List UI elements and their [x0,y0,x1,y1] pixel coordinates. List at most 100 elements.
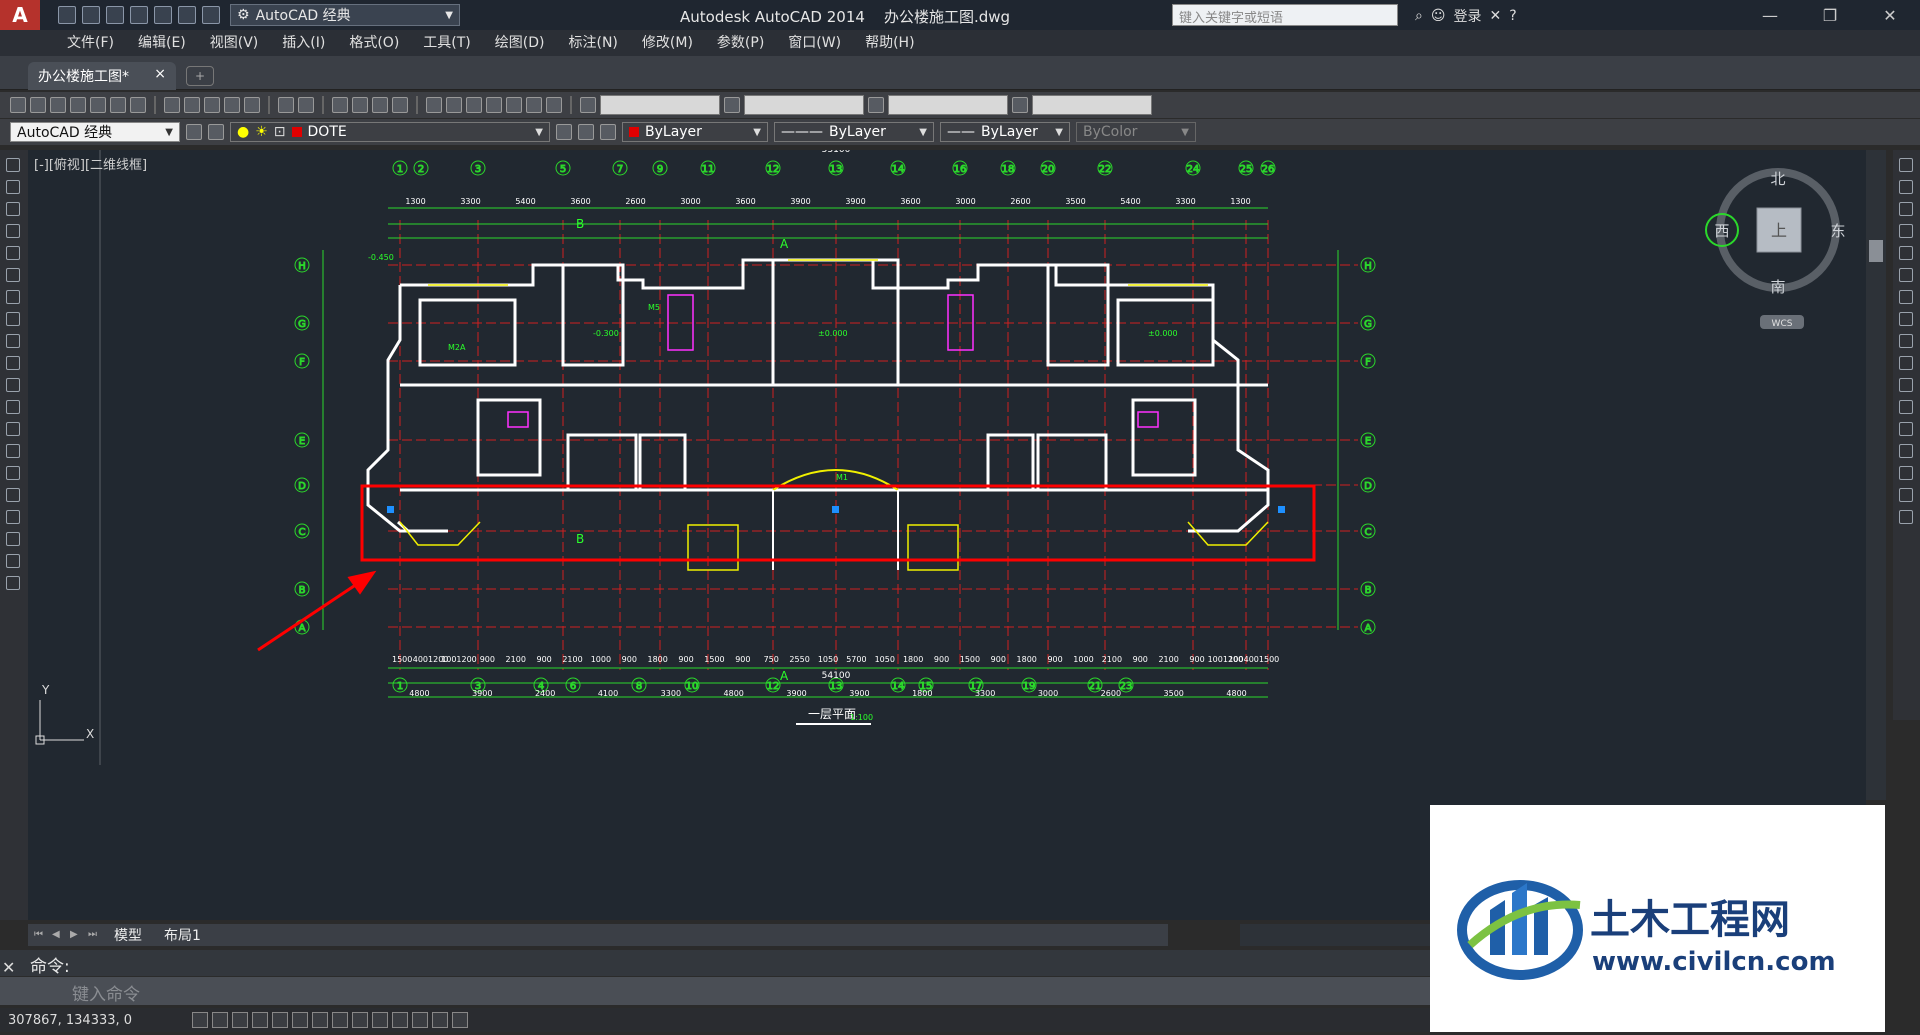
object-snap-icon[interactable] [292,1012,308,1028]
stretch-icon[interactable] [1899,334,1913,348]
workspace-settings-icon[interactable] [186,124,202,140]
ortho-mode-icon[interactable] [252,1012,268,1028]
menu-tools[interactable]: 工具(T) [411,30,482,56]
menu-format[interactable]: 格式(O) [337,30,411,56]
tab-model[interactable]: 模型 [106,925,150,945]
polyline-icon[interactable] [6,202,20,216]
help-icon[interactable] [546,97,562,113]
3d-object-snap-icon[interactable] [312,1012,328,1028]
save-icon[interactable] [50,97,66,113]
dynamic-input-icon[interactable] [372,1012,388,1028]
layer-manager-icon[interactable] [208,124,224,140]
redo-icon[interactable] [202,6,220,24]
menu-view[interactable]: 视图(V) [198,30,271,56]
dim-style-dropdown[interactable] [744,95,864,115]
color-combo[interactable]: ByLayer ▼ [622,122,768,142]
polygon-icon[interactable] [6,224,20,238]
scale-icon[interactable] [1899,312,1913,326]
copy-object-icon[interactable] [1899,180,1913,194]
document-tab[interactable]: 办公楼施工图* × [28,62,176,90]
grid-display-icon[interactable] [232,1012,248,1028]
preview-icon[interactable] [90,97,106,113]
new-file-icon[interactable] [58,6,76,24]
undo-icon[interactable] [178,6,196,24]
menu-file[interactable]: 文件(F) [55,30,126,56]
command-input[interactable]: 键入命令 [0,977,1430,1005]
move-icon[interactable] [1899,268,1913,282]
zoom-realtime-icon[interactable] [352,97,368,113]
undo-icon[interactable] [278,97,294,113]
make-block-icon[interactable] [6,422,20,436]
break-at-point-icon[interactable] [1899,400,1913,414]
menu-insert[interactable]: 插入(I) [270,30,337,56]
markup-icon[interactable] [506,97,522,113]
last-tab-icon[interactable]: ⏭ [88,929,100,941]
save-icon[interactable] [106,6,124,24]
restore-icon[interactable]: ❐ [1800,0,1860,30]
gradient-icon[interactable] [6,488,20,502]
line-icon[interactable] [6,158,20,172]
text-style-dropdown[interactable] [600,95,720,115]
vertical-scroll-thumb[interactable] [1869,240,1883,262]
trim-icon[interactable] [1899,356,1913,370]
polar-tracking-icon[interactable] [272,1012,288,1028]
save-as-icon[interactable] [130,6,148,24]
horizontal-scrollbar[interactable] [1240,924,1430,946]
minimize-icon[interactable]: — [1740,0,1800,30]
menu-window[interactable]: 窗口(W) [776,30,853,56]
menu-edit[interactable]: 编辑(E) [126,30,198,56]
object-snap-tracking-icon[interactable] [332,1012,348,1028]
selection-cycling-icon[interactable] [452,1012,468,1028]
match-properties-icon[interactable] [224,97,240,113]
print-icon[interactable] [154,6,172,24]
new-icon[interactable] [10,97,26,113]
multileader-style-icon[interactable] [1012,97,1028,113]
layer-previous-icon[interactable] [578,124,594,140]
transparency-icon[interactable] [412,1012,428,1028]
close-tab-icon[interactable]: × [154,66,166,86]
circle-icon[interactable] [6,290,20,304]
explode-icon[interactable] [1899,510,1913,524]
join-icon[interactable] [1899,444,1913,458]
help-icon[interactable]: ? [1509,8,1516,24]
coordinates-readout[interactable]: 307867, 134333, 0 [8,1013,188,1028]
break-icon[interactable] [1899,422,1913,436]
ellipse-icon[interactable] [6,356,20,370]
new-tab-button[interactable]: + [186,66,214,86]
lineweight-combo[interactable]: —— ByLayer ▼ [940,122,1070,142]
erase-icon[interactable] [1899,158,1913,172]
paste-icon[interactable] [204,97,220,113]
rotate-icon[interactable] [1899,290,1913,304]
region-icon[interactable] [6,510,20,524]
viewport-controls-label[interactable]: [-][俯视][二维线框] [34,154,147,173]
dynamic-ucs-icon[interactable] [352,1012,368,1028]
quick-properties-icon[interactable] [432,1012,448,1028]
multiline-text-icon[interactable] [6,554,20,568]
revision-cloud-icon[interactable] [6,312,20,326]
login-area[interactable]: ⌕ ☺ 登录 ✕ ? [1415,6,1517,26]
hatch-icon[interactable] [6,466,20,480]
mirror-icon[interactable] [1899,202,1913,216]
zoom-previous-icon[interactable] [392,97,408,113]
table-style-icon[interactable] [868,97,884,113]
publish-icon[interactable] [110,97,126,113]
redo-icon[interactable] [298,97,314,113]
construction-line-icon[interactable] [6,180,20,194]
3d-dwf-icon[interactable] [130,97,146,113]
menu-draw[interactable]: 绘图(D) [483,30,557,56]
infer-constraints-icon[interactable] [192,1012,208,1028]
extend-icon[interactable] [1899,378,1913,392]
next-tab-icon[interactable]: ▶ [70,929,82,941]
ellipse-arc-icon[interactable] [6,378,20,392]
workspace-combo[interactable]: AutoCAD 经典 ▼ [10,122,180,142]
multileader-style-dropdown[interactable] [1032,95,1152,115]
copy-icon[interactable] [184,97,200,113]
snap-mode-icon[interactable] [212,1012,228,1028]
autocad-logo-button[interactable]: A [0,0,40,30]
tab-layout1[interactable]: 布局1 [156,925,209,945]
search-input[interactable]: 键入关键字或短语 [1172,4,1398,26]
menu-parameter[interactable]: 参数(P) [705,30,776,56]
pan-icon[interactable] [332,97,348,113]
layer-state-icon[interactable] [600,124,616,140]
viewcube[interactable]: 上 北 南 东 西 WCS [1700,168,1846,343]
